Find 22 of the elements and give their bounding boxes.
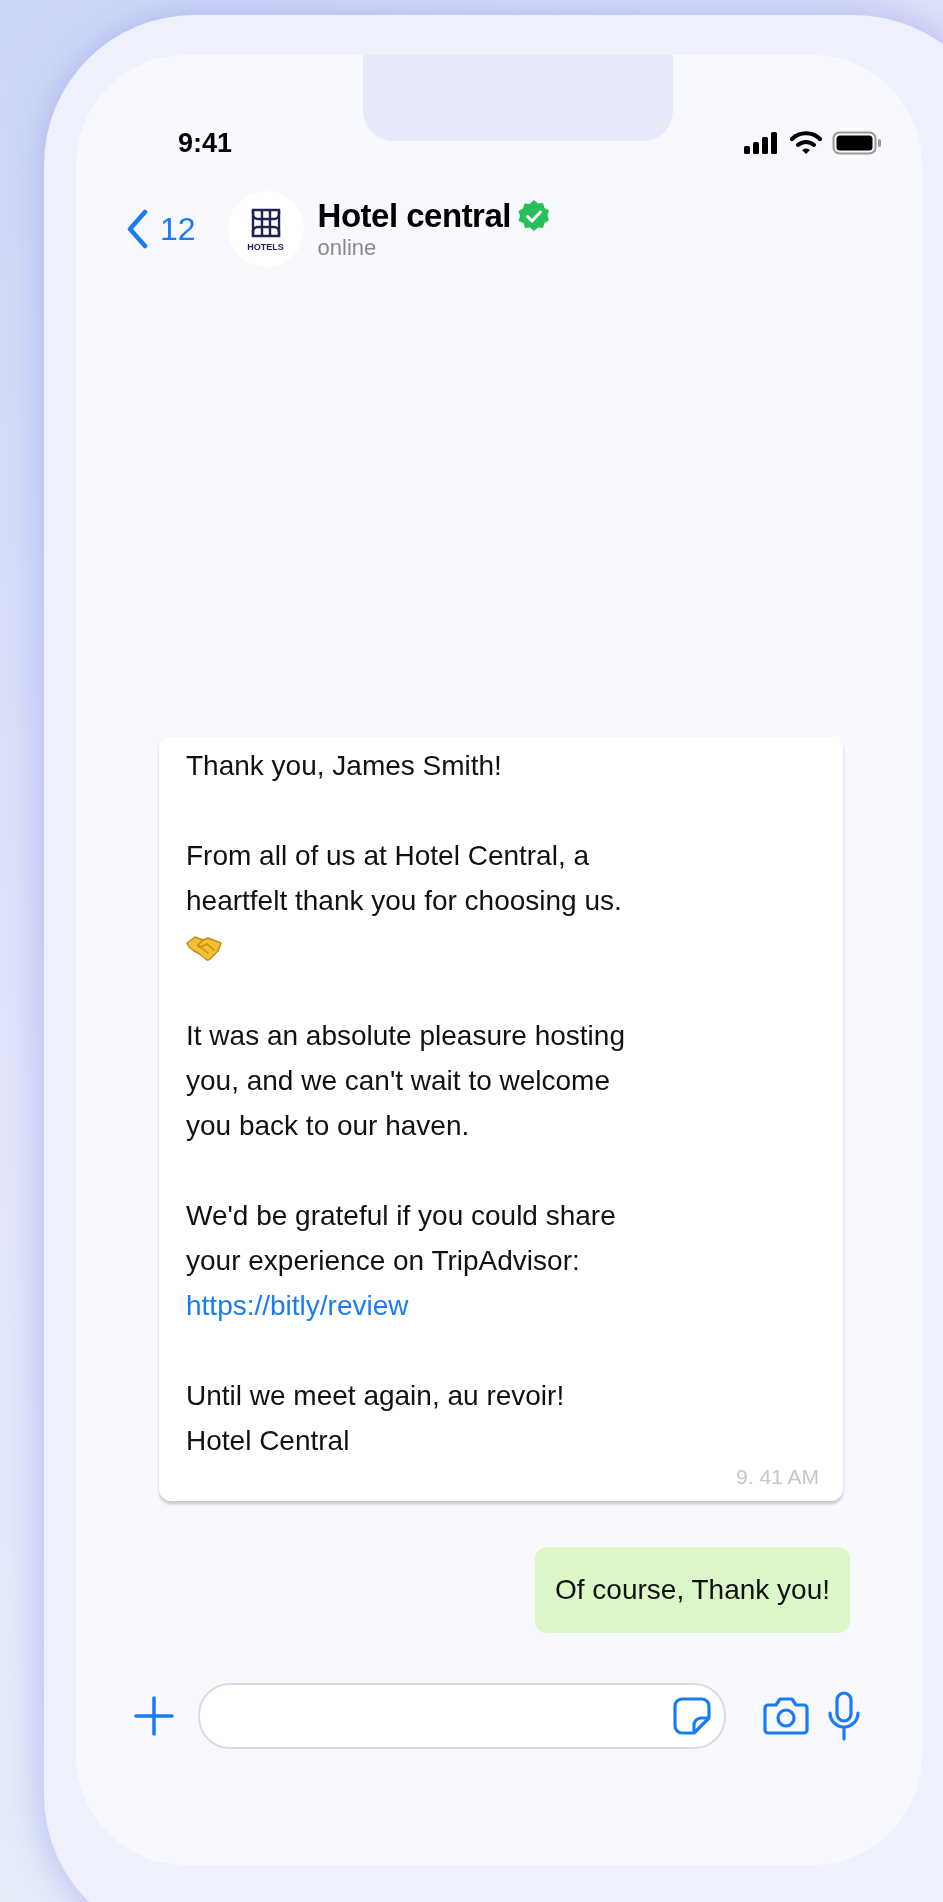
message-paragraph: It was an absolute pleasure hosting you, and we can't wait to welcome you back to our haven. [186, 1019, 626, 1143]
add-button[interactable] [134, 1696, 174, 1736]
status-time: 9:41 [178, 127, 233, 159]
back-button[interactable]: 12 [126, 209, 196, 249]
message-paragraph: We'd be grateful if you could share your experience on TripAdvisor: https://bitly/review [186, 1199, 617, 1323]
microphone-button[interactable] [826, 1691, 862, 1741]
battery-icon [832, 131, 882, 155]
message-paragraph: From all of us at Hotel Central, a heartfelt thank you for choosing us. [186, 833, 819, 968]
message-text: Of course, Thank you! [555, 1573, 830, 1607]
hotel-avatar[interactable]: HOTELS [227, 191, 304, 267]
contact-name: Hotel central [317, 197, 511, 235]
message-time: 9. 41 AM [736, 1465, 819, 1489]
sticker-icon[interactable] [672, 1696, 712, 1736]
wifi-icon [790, 131, 822, 155]
message-paragraph: Thank you, James Smith! [186, 749, 503, 783]
avatar-label: HOTELS [247, 242, 284, 252]
chevron-left-icon [126, 209, 148, 249]
contact-status: online [317, 235, 378, 261]
signal-icon [744, 132, 780, 154]
message-paragraph: Until we meet again, au revoir! Hotel Central [186, 1379, 566, 1458]
review-link[interactable]: https://bitly/review [186, 1290, 409, 1321]
camera-button[interactable] [762, 1696, 810, 1736]
